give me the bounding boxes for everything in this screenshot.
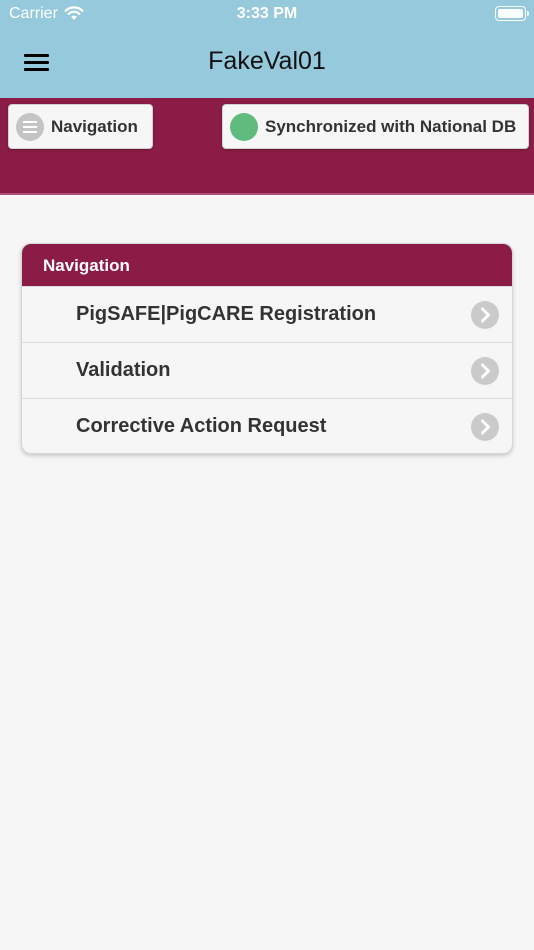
navigation-button[interactable]: Navigation — [8, 104, 153, 149]
page-title: FakeVal01 — [208, 47, 326, 75]
clock: 3:33 PM — [236, 5, 298, 22]
header-band: Navigation Synchronized with National DB — [0, 98, 534, 195]
battery-icon — [495, 6, 529, 21]
list-item-registration[interactable]: PigSAFE|PigCARE Registration — [22, 286, 512, 342]
top-bar: Carrier 3:33 PM FakeVal01 — [0, 0, 534, 98]
list-item-validation[interactable]: Validation — [22, 342, 512, 398]
navigation-card: Navigation PigSAFE|PigCARE Registration … — [21, 243, 513, 454]
list-item-label: PigSAFE|PigCARE Registration — [76, 303, 377, 325]
navigation-card-title: Navigation — [22, 244, 512, 286]
status-dot-icon — [230, 112, 258, 141]
chevron-right-icon — [471, 301, 499, 329]
list-item-label: Validation — [76, 359, 171, 381]
navigation-button-label: Navigation — [51, 116, 138, 136]
chevron-right-icon — [471, 413, 499, 441]
chevron-right-icon — [471, 357, 499, 385]
status-bar: Carrier 3:33 PM — [0, 0, 534, 28]
menu-icon — [16, 112, 44, 141]
sync-status-button[interactable]: Synchronized with National DB — [222, 104, 529, 149]
list-item-label: Corrective Action Request — [76, 415, 327, 437]
list-item-corrective-action[interactable]: Corrective Action Request — [22, 398, 512, 453]
sync-status-label: Synchronized with National DB — [265, 116, 517, 136]
